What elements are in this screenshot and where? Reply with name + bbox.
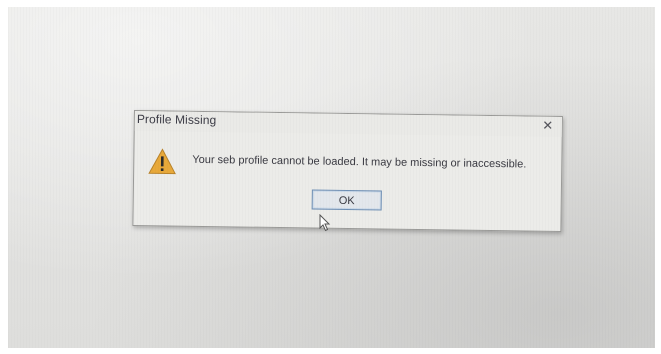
mouse-cursor-icon bbox=[319, 214, 331, 232]
dialog-content: Your seb profile cannot be loaded. It ma… bbox=[133, 133, 561, 231]
close-icon[interactable]: ✕ bbox=[540, 118, 556, 134]
warning-icon bbox=[148, 148, 176, 175]
dialog-title: Profile Missing bbox=[136, 112, 217, 128]
profile-missing-dialog: Profile Missing ✕ Your seb profile canno… bbox=[132, 110, 563, 232]
screen-photo: Profile Missing ✕ Your seb profile canno… bbox=[8, 7, 655, 348]
ok-button[interactable]: OK bbox=[311, 189, 382, 211]
dialog-message: Your seb profile cannot be loaded. It ma… bbox=[192, 153, 527, 171]
